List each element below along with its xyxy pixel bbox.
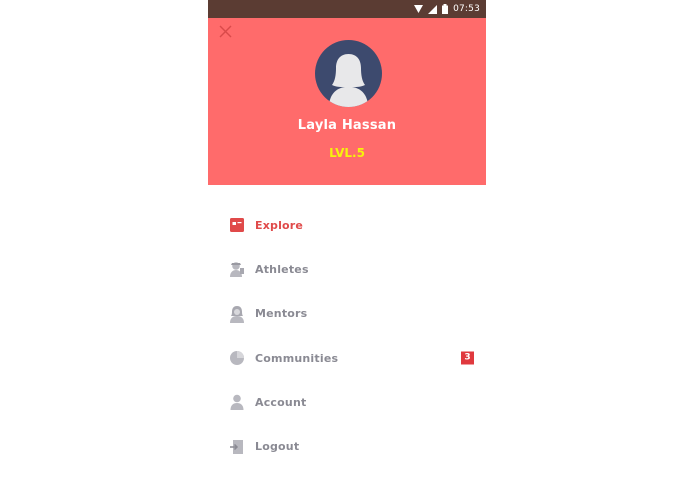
explore-icon — [230, 218, 244, 233]
menu-label-logout: Logout — [255, 440, 300, 454]
menu-label-mentors: Mentors — [255, 307, 308, 321]
mentors-icon — [230, 305, 244, 323]
account-icon — [230, 395, 244, 411]
female-user-icon — [329, 54, 368, 107]
menu-item-explore[interactable]: Explore — [208, 203, 486, 247]
status-bar: 07:53 — [208, 0, 486, 18]
close-button[interactable] — [217, 23, 235, 41]
menu-item-athletes[interactable]: Athletes — [208, 247, 486, 291]
profile-header: Layla Hassan LVL.5 — [208, 18, 486, 185]
menu-label-communities: Communities — [255, 351, 339, 365]
menu-label-explore: Explore — [255, 218, 304, 232]
wifi-icon — [414, 5, 424, 13]
navigation-drawer: 07:53 Layla Hassan LVL.5 Explore Athlete… — [208, 0, 486, 494]
menu-item-account[interactable]: Account — [208, 380, 486, 424]
status-icons: 07:53 — [414, 0, 480, 18]
menu-item-logout[interactable]: Logout — [208, 424, 486, 468]
menu-label-account: Account — [255, 395, 307, 409]
status-time: 07:53 — [453, 4, 480, 14]
signal-icon — [428, 4, 438, 14]
drawer-menu: Explore Athletes Mentors Communities 3 A… — [208, 203, 486, 469]
avatar[interactable] — [315, 40, 382, 107]
athletes-icon — [230, 262, 244, 278]
battery-icon — [442, 4, 449, 14]
menu-item-mentors[interactable]: Mentors — [208, 292, 486, 336]
notification-badge: 3 — [461, 351, 474, 365]
communities-icon — [230, 351, 244, 366]
close-icon — [219, 25, 232, 38]
user-level: LVL.5 — [329, 146, 365, 160]
user-name: Layla Hassan — [297, 118, 397, 133]
menu-item-communities[interactable]: Communities 3 — [208, 336, 486, 380]
logout-icon — [230, 439, 243, 454]
menu-label-athletes: Athletes — [255, 262, 309, 276]
